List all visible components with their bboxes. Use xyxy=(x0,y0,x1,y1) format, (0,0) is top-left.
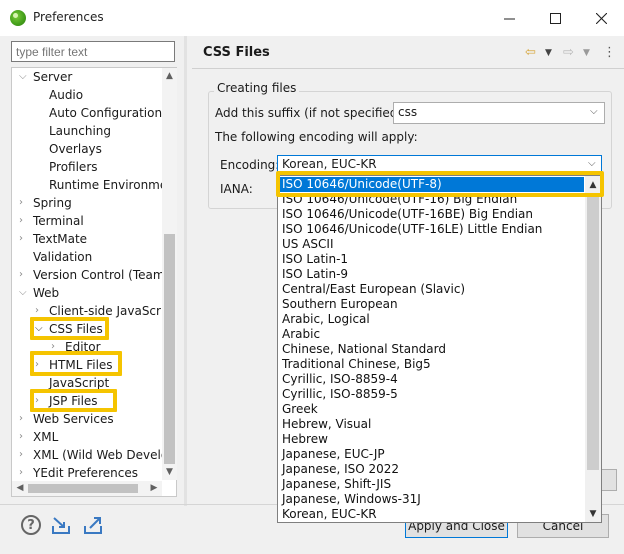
encoding-option[interactable]: Cyrillic, ISO-8859-5 xyxy=(278,387,584,402)
tree-item-web[interactable]: ⌵ Web xyxy=(19,284,59,302)
chevron-right-icon[interactable]: › xyxy=(19,194,29,212)
view-menu-icon[interactable]: ⋮ xyxy=(603,44,616,62)
tree-item-validation[interactable]: Validation xyxy=(33,248,92,266)
encoding-option[interactable]: Greek xyxy=(278,402,584,417)
page-title: CSS Files xyxy=(203,45,270,60)
iana-label: IANA: xyxy=(220,182,253,196)
encoding-option[interactable]: ISO 10646/Unicode(UTF-16LE) Little Endia… xyxy=(278,222,584,237)
import-icon xyxy=(52,517,70,534)
tree-item-auto-configuration[interactable]: Auto Configuration xyxy=(49,104,162,122)
chevron-right-icon[interactable]: › xyxy=(19,464,29,482)
chevron-down-icon[interactable]: ⌵ xyxy=(19,68,29,86)
preference-tree: ⌵ Server Audio Auto Configuration Launchi… xyxy=(11,67,177,497)
tree-item-spring[interactable]: › Spring xyxy=(19,194,72,212)
forward-menu-chevron-icon[interactable]: ▼ xyxy=(583,44,590,62)
back-arrow-icon[interactable]: ⇦ xyxy=(525,44,536,62)
tree-item-runtime-environment[interactable]: Runtime Environmen xyxy=(49,176,175,194)
encoding-label: Encoding: xyxy=(220,158,280,172)
maximize-button[interactable] xyxy=(532,0,578,36)
encoding-option[interactable]: Hebrew xyxy=(278,432,584,447)
tree-item-textmate[interactable]: › TextMate xyxy=(19,230,87,248)
scroll-left-icon[interactable]: ◀ xyxy=(12,481,28,496)
tree-item-launching[interactable]: Launching xyxy=(49,122,111,140)
tree-item-web-services[interactable]: › Web Services xyxy=(19,410,114,428)
encoding-option[interactable]: Southern European xyxy=(278,297,584,312)
help-button[interactable]: ? xyxy=(20,514,42,536)
close-button[interactable] xyxy=(578,0,624,36)
import-button[interactable] xyxy=(50,514,72,536)
encoding-info-text: The following encoding will apply: xyxy=(215,130,418,144)
panel-sash[interactable] xyxy=(184,36,187,506)
help-icon: ? xyxy=(21,515,41,535)
encoding-option[interactable]: Japanese, Windows-31J xyxy=(278,492,584,507)
encoding-option[interactable]: Chinese, National Standard xyxy=(278,342,584,357)
chevron-right-icon[interactable]: › xyxy=(19,212,29,230)
chevron-right-icon[interactable]: › xyxy=(19,266,29,284)
scroll-right-icon[interactable]: ▶ xyxy=(146,481,162,496)
group-title: Creating files xyxy=(214,81,300,95)
tree-item-audio[interactable]: Audio xyxy=(49,86,83,104)
export-button[interactable] xyxy=(82,514,104,536)
back-menu-chevron-icon[interactable]: ▼ xyxy=(545,44,552,62)
tree-hscroll-thumb[interactable] xyxy=(28,484,138,493)
encoding-option[interactable]: Hebrew, Visual xyxy=(278,417,584,432)
tree-item-yedit[interactable]: › YEdit Preferences xyxy=(19,464,138,482)
maximize-icon xyxy=(549,12,561,24)
header-separator xyxy=(192,68,624,69)
encoding-option[interactable]: Central/East European (Slavic) xyxy=(278,282,584,297)
minimize-button[interactable] xyxy=(486,0,532,36)
encoding-option[interactable]: Traditional Chinese, Big5 xyxy=(278,357,584,372)
chevron-right-icon[interactable]: › xyxy=(19,428,29,446)
tree-item-version-control[interactable]: › Version Control (Team) xyxy=(19,266,169,284)
encoding-option[interactable]: ISO 10646/Unicode(UTF-16BE) Big Endian xyxy=(278,207,584,222)
chevron-down-icon[interactable]: ⌵ xyxy=(588,158,596,169)
suffix-label: Add this suffix (if not specified): xyxy=(215,106,407,120)
apply-button-edge[interactable] xyxy=(601,469,617,491)
encoding-option[interactable]: ISO Latin-1 xyxy=(278,252,584,267)
suffix-select[interactable]: css xyxy=(393,102,605,124)
css-files-highlight xyxy=(30,317,109,340)
forward-arrow-icon[interactable]: ⇨ xyxy=(563,44,574,62)
chevron-right-icon[interactable]: › xyxy=(19,410,29,428)
chevron-down-icon[interactable]: ⌵ xyxy=(590,106,598,117)
tree-item-overlays[interactable]: Overlays xyxy=(49,140,102,158)
encoding-option[interactable]: Japanese, ISO 2022 xyxy=(278,462,584,477)
utf8-option-highlight xyxy=(276,171,604,197)
tree-item-terminal[interactable]: › Terminal xyxy=(19,212,84,230)
tree-item-profilers[interactable]: Profilers xyxy=(49,158,98,176)
tree-scroll-thumb[interactable] xyxy=(164,234,175,464)
scroll-up-icon[interactable]: ▲ xyxy=(162,68,177,84)
scroll-down-icon[interactable]: ▼ xyxy=(585,506,601,522)
encoding-option[interactable]: Japanese, Shift-JIS xyxy=(278,477,584,492)
minimize-icon xyxy=(503,18,515,19)
dropdown-scroll-thumb[interactable] xyxy=(587,194,599,470)
encoding-option[interactable]: US ASCII xyxy=(278,237,584,252)
chevron-right-icon[interactable]: › xyxy=(19,446,29,464)
encoding-option[interactable]: ISO Latin-9 xyxy=(278,267,584,282)
jsp-files-highlight xyxy=(30,389,117,412)
tree-item-xml[interactable]: › XML xyxy=(19,428,58,446)
encoding-option[interactable]: Cyrillic, ISO-8859-4 xyxy=(278,372,584,387)
filter-input[interactable] xyxy=(11,41,175,62)
window-title: Preferences xyxy=(33,10,104,24)
encoding-option[interactable]: Arabic, Logical xyxy=(278,312,584,327)
html-files-highlight xyxy=(30,351,122,376)
close-icon xyxy=(595,12,607,24)
encoding-option[interactable]: Korean, EUC-KR xyxy=(278,507,584,522)
encoding-option[interactable]: Arabic xyxy=(278,327,584,342)
chevron-right-icon[interactable]: › xyxy=(19,230,29,248)
chevron-down-icon[interactable]: ⌵ xyxy=(19,284,29,302)
tree-item-server[interactable]: ⌵ Server xyxy=(19,68,72,86)
tree-item-xml-wild[interactable]: › XML (Wild Web Develop xyxy=(19,446,176,464)
scroll-down-icon[interactable]: ▼ xyxy=(162,464,177,480)
app-icon xyxy=(10,10,26,26)
encoding-option[interactable]: Japanese, EUC-JP xyxy=(278,447,584,462)
export-icon xyxy=(84,517,102,534)
